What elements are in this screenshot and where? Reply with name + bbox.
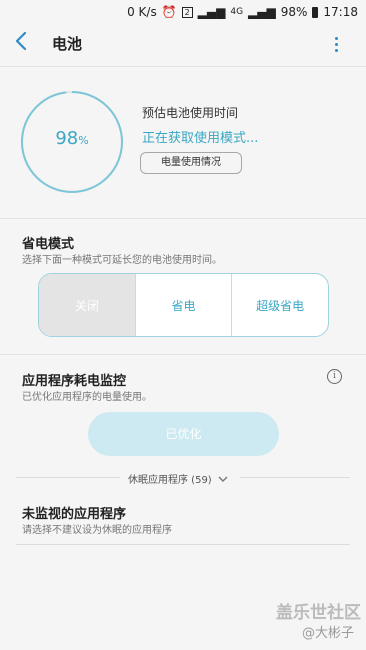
app-monitor-subtitle: 已优化应用程序的电量使用。 <box>22 392 152 403</box>
info-icon[interactable]: i <box>327 369 342 384</box>
back-button[interactable] <box>14 30 36 56</box>
dot-icon <box>334 48 338 52</box>
page-title: 电池 <box>52 35 83 53</box>
dot-icon <box>334 36 338 40</box>
network-type: 4G <box>230 7 244 17</box>
app-header: 电池 <box>0 24 366 64</box>
optimize-button[interactable]: 已优化 <box>88 412 279 456</box>
battery-usage-button[interactable]: 电量使用情况 <box>140 152 242 174</box>
divider <box>16 477 120 478</box>
mode-ultra-power-saving[interactable]: 超级省电 <box>231 274 328 336</box>
divider <box>0 354 366 355</box>
dot-icon <box>334 42 338 46</box>
divider <box>0 66 366 67</box>
watermark-handle: @大彬子 <box>302 626 355 641</box>
divider <box>16 544 350 545</box>
alarm-icon: ⏰ <box>161 5 177 19</box>
estimate-status: 正在获取使用模式... <box>142 131 259 146</box>
signal-icon-2: ▂▄▆ <box>248 5 276 19</box>
chevron-left-icon <box>15 31 27 51</box>
power-mode-title: 省电模式 <box>22 237 75 252</box>
unmonitored-title[interactable]: 未监视的应用程序 <box>22 503 126 522</box>
more-options-button[interactable] <box>326 32 346 56</box>
app-monitor-title: 应用程序耗电监控 <box>22 374 127 389</box>
sleeping-apps-toggle[interactable]: 休眠应用程序 (59) <box>128 471 228 486</box>
net-speed: 0 K/s <box>127 5 157 19</box>
unmonitored-subtitle: 请选择不建议设为休眠的应用程序 <box>22 525 172 536</box>
status-bar: 0 K/s ⏰ 2 ▂▄▆ 4G ▂▄▆ 98% 17:18 <box>0 0 366 24</box>
battery-percent: 98% <box>280 5 308 19</box>
mode-power-saving[interactable]: 省电 <box>134 274 232 336</box>
watermark-logo: 盖乐世社区 <box>276 603 361 623</box>
notification-badge: 2 <box>181 6 193 18</box>
divider <box>0 218 366 219</box>
estimate-label: 预估电池使用时间 <box>142 106 239 120</box>
power-mode-subtitle: 选择下面一种模式可延长您的电池使用时间。 <box>22 255 222 266</box>
mode-off[interactable]: 关闭 <box>39 274 135 336</box>
battery-value: 98 <box>55 128 79 149</box>
divider <box>240 477 350 478</box>
power-mode-selector: 关闭 省电 超级省电 <box>38 273 329 337</box>
signal-icon: ▂▄▆ <box>197 5 226 19</box>
clock: 17:18 <box>323 5 358 19</box>
battery-unit: % <box>78 134 89 147</box>
sleeping-apps-label: 休眠应用程序 (59) <box>128 475 212 486</box>
battery-icon <box>312 6 319 18</box>
chevron-down-icon <box>218 476 228 482</box>
battery-percentage: 98% <box>20 128 124 149</box>
